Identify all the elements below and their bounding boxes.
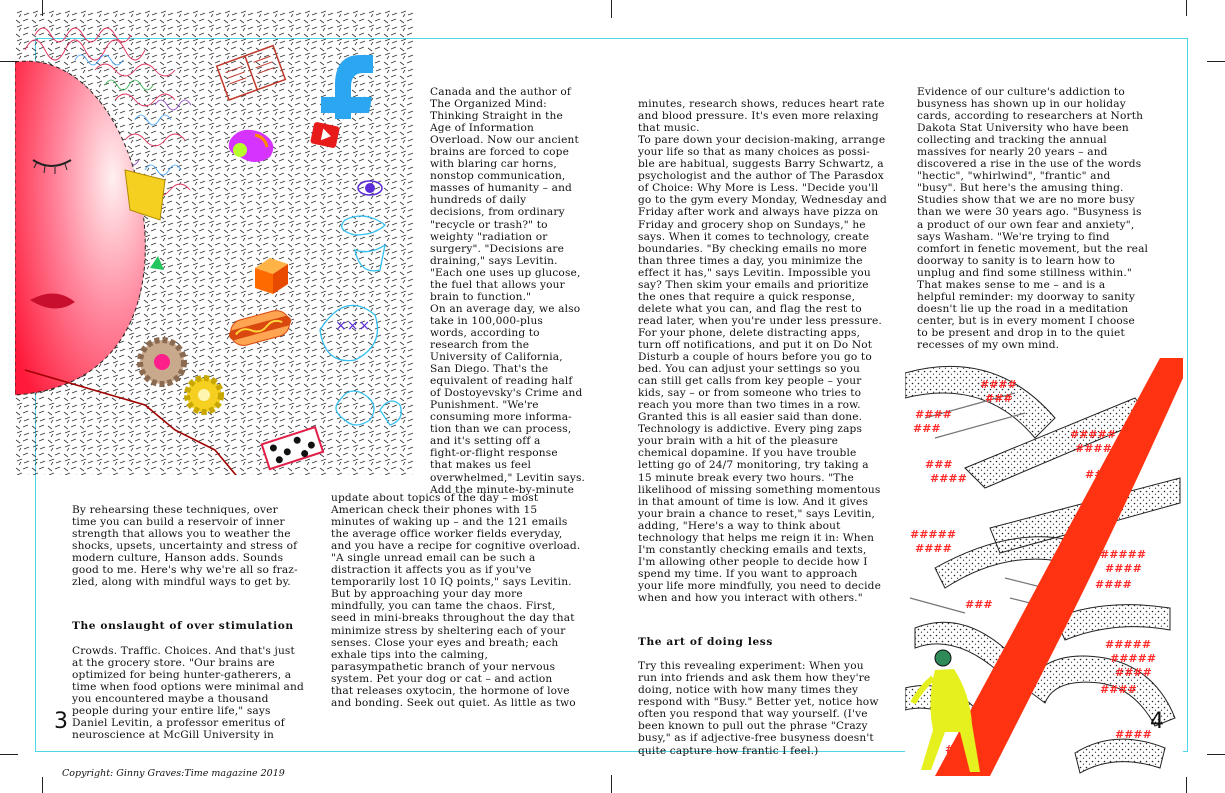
gear-icon	[184, 375, 224, 415]
svg-text:#####: #####	[1105, 638, 1151, 651]
trim-mark	[611, 0, 612, 18]
page-number-left: 3	[54, 709, 68, 734]
svg-text:###: ###	[913, 422, 941, 435]
svg-text:#####: #####	[1070, 428, 1116, 441]
page-number-right: 4	[1150, 709, 1164, 734]
column-a-paragraph-2: Crowds. Traffic. Choices. And that's jus…	[72, 644, 304, 741]
right-illustration: #### ### #### ### ##### #### ### #### #### #…	[905, 358, 1183, 776]
svg-text:####: ####	[915, 408, 952, 421]
gear-icon	[137, 337, 187, 387]
svg-text:###: ###	[925, 458, 953, 471]
svg-text:####: ####	[930, 472, 967, 485]
svg-text:####: ####	[1095, 578, 1132, 591]
column-c-paragraph: minutes, research shows, reduces heart r…	[638, 98, 887, 604]
svg-text:####: ####	[915, 542, 952, 555]
right-column-c: minutes, research shows, reduces heart r…	[638, 86, 900, 769]
section-heading-doing-less: The art of doing less	[638, 636, 773, 649]
svg-text:###: ###	[965, 598, 993, 611]
svg-text:#####: #####	[910, 528, 956, 541]
svg-text:×××: ×××	[335, 318, 370, 334]
svg-text:#####: #####	[1110, 652, 1156, 665]
svg-text:####: ####	[1105, 562, 1142, 575]
svg-text:####: ####	[980, 378, 1017, 391]
trim-mark	[611, 775, 612, 793]
svg-text:####: ####	[1115, 666, 1152, 679]
right-column-d: Evidence of our culture's addiction to b…	[917, 86, 1149, 351]
svg-text:#####: #####	[1100, 548, 1146, 561]
trim-mark	[0, 754, 18, 755]
svg-text:####: ####	[1075, 442, 1112, 455]
trim-mark	[1186, 777, 1187, 793]
svg-text:####: ####	[1100, 683, 1137, 696]
left-column-intro: Canada and the author of The Organized M…	[430, 86, 586, 496]
left-illustration: ×××	[15, 10, 415, 475]
svg-text:####: ####	[1115, 728, 1152, 741]
trim-mark	[1207, 754, 1225, 755]
left-column-a: By rehearsing these techniques, over tim…	[72, 492, 332, 753]
trim-mark	[1207, 61, 1225, 62]
left-column-b: update about topics of the day – most Am…	[331, 492, 581, 709]
column-c-paragraph-2: Try this revealing experiment: When you …	[638, 660, 879, 757]
copyright-notice: Copyright: Ginny Graves:Time magazine 20…	[62, 768, 285, 779]
trim-mark	[1186, 0, 1187, 16]
trim-mark	[42, 777, 43, 793]
svg-text:###: ###	[985, 392, 1013, 405]
column-a-paragraph: By rehearsing these techniques, over tim…	[72, 504, 298, 589]
section-heading-overstimulation: The onslaught of over stimulation	[72, 620, 294, 633]
